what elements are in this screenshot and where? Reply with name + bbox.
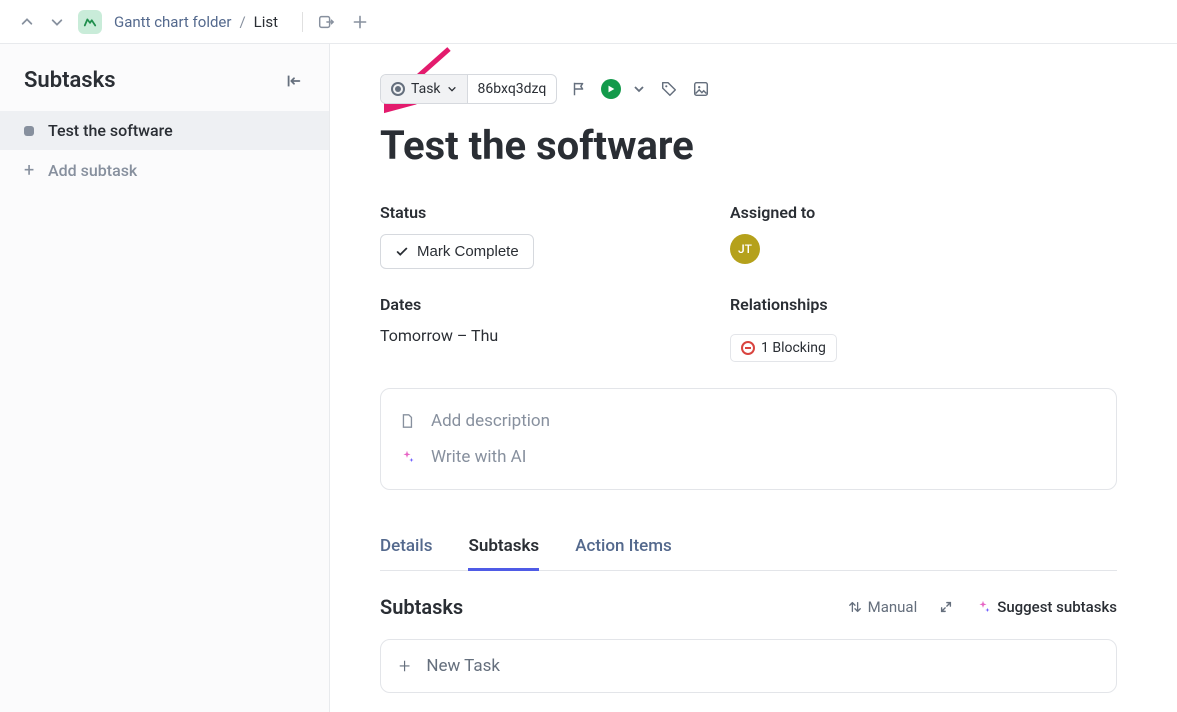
write-with-ai[interactable]: Write with AI (399, 439, 1098, 475)
status-button-text: Mark Complete (417, 243, 519, 260)
status-button[interactable]: Mark Complete (380, 234, 534, 269)
sidebar: Subtasks Test the software + Add subtask (0, 44, 330, 712)
tag-icon[interactable] (659, 79, 679, 99)
expand-control[interactable] (939, 600, 953, 614)
suggest-label: Suggest subtasks (997, 598, 1117, 616)
add-icon[interactable] (349, 11, 371, 33)
breadcrumb-current[interactable]: List (254, 13, 278, 31)
write-with-ai-text: Write with AI (431, 447, 526, 467)
sidebar-item-active[interactable]: Test the software (0, 111, 329, 150)
share-icon[interactable] (315, 11, 337, 33)
nav-down-icon[interactable] (48, 13, 66, 31)
top-bar: Gantt chart folder / List (0, 0, 1177, 44)
sort-icon (848, 600, 862, 614)
tab-details[interactable]: Details (380, 526, 432, 570)
play-button[interactable] (601, 79, 621, 99)
collapse-sidebar-icon[interactable] (283, 70, 305, 92)
task-id[interactable]: 86bxq3dzq (468, 75, 557, 103)
relationship-badge[interactable]: 1 Blocking (730, 334, 837, 362)
dates-label: Dates (380, 295, 650, 314)
breadcrumb-sep: / (239, 13, 245, 31)
subtask-section-title: Subtasks (380, 595, 463, 619)
document-icon (399, 413, 417, 429)
task-type-button[interactable]: Task (381, 75, 468, 103)
task-type-label: Task (411, 81, 441, 97)
sparkle-icon (399, 449, 417, 465)
sort-label: Manual (868, 598, 918, 616)
status-circle-icon (391, 82, 405, 96)
breadcrumb-folder[interactable]: Gantt chart folder (114, 13, 231, 31)
task-toolbar: Task 86bxq3dzq (380, 74, 1117, 104)
sidebar-title: Subtasks (24, 68, 116, 93)
blocking-icon (741, 341, 755, 355)
assigned-label: Assigned to (730, 203, 1000, 222)
status-label: Status (380, 203, 650, 222)
sort-control[interactable]: Manual (848, 598, 918, 616)
add-description-text: Add description (431, 411, 550, 431)
plus-icon: + (24, 160, 34, 181)
assignee-avatar[interactable]: JT (730, 234, 760, 264)
tab-action-items[interactable]: Action Items (575, 526, 672, 570)
task-title[interactable]: Test the software (380, 122, 1117, 169)
add-description[interactable]: Add description (399, 403, 1098, 439)
breadcrumb: Gantt chart folder / List (114, 13, 278, 31)
tabs: Details Subtasks Action Items (380, 526, 1117, 571)
folder-badge-icon (78, 10, 102, 34)
chevron-down-icon (447, 84, 457, 94)
image-icon[interactable] (691, 79, 711, 99)
flag-icon[interactable] (569, 79, 589, 99)
sidebar-add-label: Add subtask (48, 161, 137, 180)
play-dropdown-icon[interactable] (633, 80, 647, 99)
task-type-id-combo: Task 86bxq3dzq (380, 74, 557, 104)
check-icon (395, 245, 409, 259)
description-box: Add description Write with AI (380, 388, 1117, 490)
tab-subtasks[interactable]: Subtasks (468, 526, 539, 571)
nav-up-icon[interactable] (18, 13, 36, 31)
relationships-label: Relationships (730, 295, 1000, 314)
subtask-bar: Subtasks Manual Suggest subtasks (380, 595, 1117, 619)
suggest-subtasks-button[interactable]: Suggest subtasks (975, 598, 1117, 616)
status-marker-icon (24, 126, 34, 136)
expand-icon (939, 600, 953, 614)
sparkle-icon (975, 599, 991, 615)
new-task-button[interactable]: + New Task (380, 639, 1117, 693)
sidebar-add-subtask[interactable]: + Add subtask (0, 150, 329, 191)
divider (302, 12, 303, 32)
new-task-label: New Task (426, 656, 500, 676)
plus-icon: + (399, 654, 410, 678)
main-panel: Task 86bxq3dzq Test the software (330, 44, 1177, 712)
blocking-text: 1 Blocking (761, 340, 826, 356)
dates-value[interactable]: Tomorrow – Thu (380, 326, 650, 345)
sidebar-item-label: Test the software (48, 121, 173, 140)
